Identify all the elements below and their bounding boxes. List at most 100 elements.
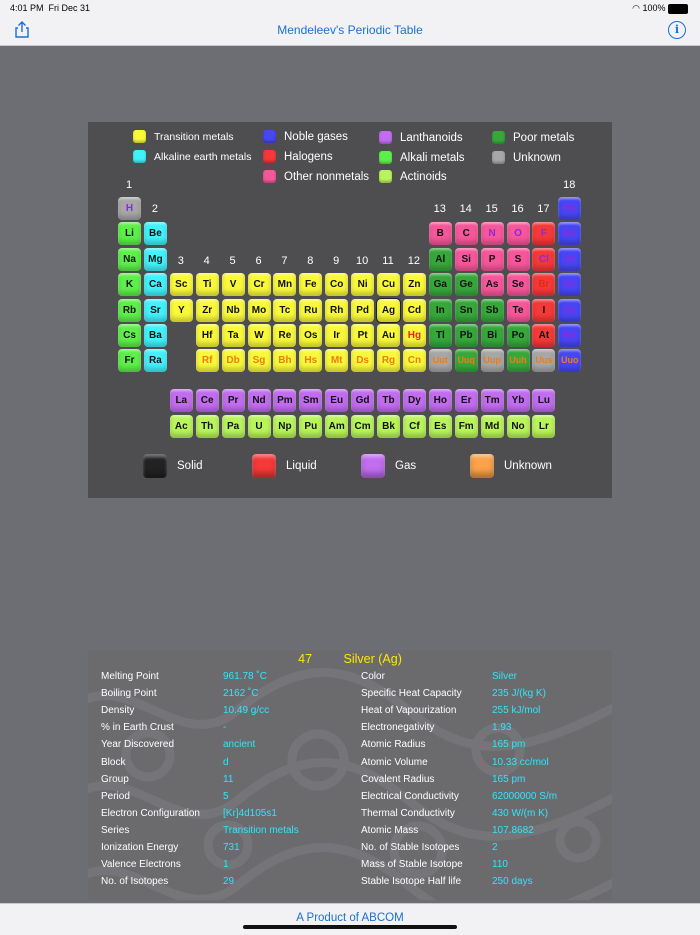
element-ac[interactable]: Ac xyxy=(169,415,193,438)
info-icon[interactable]: i xyxy=(668,21,686,39)
element-uup[interactable]: Uup xyxy=(480,349,504,373)
element-uuq[interactable]: Uuq xyxy=(454,349,478,373)
element-ag[interactable]: Ag xyxy=(376,297,401,323)
element-nd[interactable]: Nd xyxy=(247,389,271,412)
element-hs[interactable]: Hs xyxy=(299,349,323,373)
element-xe[interactable]: Xe xyxy=(558,298,582,322)
element-mg[interactable]: Mg xyxy=(143,247,167,271)
element-ti[interactable]: Ti xyxy=(195,273,219,297)
element-fe[interactable]: Fe xyxy=(299,273,323,297)
element-cr[interactable]: Cr xyxy=(247,273,271,297)
element-pb[interactable]: Pb xyxy=(454,324,478,347)
element-gd[interactable]: Gd xyxy=(351,389,375,412)
element-mn[interactable]: Mn xyxy=(273,273,297,297)
element-i[interactable]: I xyxy=(532,298,556,322)
element-md[interactable]: Md xyxy=(480,415,504,438)
element-kr[interactable]: Kr xyxy=(558,273,582,297)
element-no[interactable]: No xyxy=(506,415,530,438)
element-po[interactable]: Po xyxy=(506,324,530,347)
element-lu[interactable]: Lu xyxy=(532,389,556,412)
element-rf[interactable]: Rf xyxy=(195,349,219,373)
element-ne[interactable]: Ne xyxy=(558,222,582,246)
element-uuh[interactable]: Uuh xyxy=(506,349,530,373)
element-zr[interactable]: Zr xyxy=(195,298,219,322)
element-sb[interactable]: Sb xyxy=(480,298,504,322)
element-mo[interactable]: Mo xyxy=(247,298,271,322)
element-bh[interactable]: Bh xyxy=(273,349,297,373)
element-s[interactable]: S xyxy=(506,247,530,271)
element-f[interactable]: F xyxy=(532,222,556,246)
element-ba[interactable]: Ba xyxy=(143,324,167,347)
element-rb[interactable]: Rb xyxy=(118,298,141,322)
element-ga[interactable]: Ga xyxy=(428,273,452,297)
element-la[interactable]: La xyxy=(169,389,193,412)
element-er[interactable]: Er xyxy=(454,389,478,412)
element-hf[interactable]: Hf xyxy=(195,324,219,347)
element-pu[interactable]: Pu xyxy=(299,415,323,438)
element-n[interactable]: N xyxy=(480,222,504,246)
element-au[interactable]: Au xyxy=(377,324,400,347)
element-h[interactable]: H xyxy=(118,197,141,220)
element-cu[interactable]: Cu xyxy=(377,273,400,297)
element-nb[interactable]: Nb xyxy=(221,298,245,322)
element-uus[interactable]: Uus xyxy=(532,349,556,373)
element-dy[interactable]: Dy xyxy=(402,389,426,412)
element-p[interactable]: P xyxy=(480,247,504,271)
element-o[interactable]: O xyxy=(506,222,530,246)
element-cf[interactable]: Cf xyxy=(402,415,426,438)
element-re[interactable]: Re xyxy=(273,324,297,347)
element-th[interactable]: Th xyxy=(195,415,219,438)
element-ar[interactable]: Ar xyxy=(558,247,582,271)
element-in[interactable]: In xyxy=(428,298,452,322)
element-sn[interactable]: Sn xyxy=(454,298,478,322)
element-ra[interactable]: Ra xyxy=(143,349,167,373)
element-hg[interactable]: Hg xyxy=(402,324,426,347)
element-tm[interactable]: Tm xyxy=(480,389,504,412)
element-b[interactable]: B xyxy=(428,222,452,246)
element-sr[interactable]: Sr xyxy=(143,298,167,322)
element-cn[interactable]: Cn xyxy=(402,349,426,373)
element-co[interactable]: Co xyxy=(325,273,349,297)
element-mt[interactable]: Mt xyxy=(325,349,349,373)
element-w[interactable]: W xyxy=(247,324,271,347)
element-at[interactable]: At xyxy=(532,324,556,347)
element-se[interactable]: Se xyxy=(506,273,530,297)
element-cm[interactable]: Cm xyxy=(351,415,375,438)
footer-link[interactable]: A Product of ABCOM xyxy=(0,912,700,924)
element-ta[interactable]: Ta xyxy=(221,324,245,347)
element-ru[interactable]: Ru xyxy=(299,298,323,322)
element-ni[interactable]: Ni xyxy=(351,273,375,297)
element-zn[interactable]: Zn xyxy=(402,273,426,297)
element-v[interactable]: V xyxy=(221,273,245,297)
element-pd[interactable]: Pd xyxy=(351,298,375,322)
element-am[interactable]: Am xyxy=(325,415,349,438)
element-be[interactable]: Be xyxy=(143,222,167,246)
element-cd[interactable]: Cd xyxy=(402,298,426,322)
element-he[interactable]: He xyxy=(558,197,582,220)
element-os[interactable]: Os xyxy=(299,324,323,347)
element-pm[interactable]: Pm xyxy=(273,389,297,412)
element-bk[interactable]: Bk xyxy=(377,415,400,438)
element-u[interactable]: U xyxy=(247,415,271,438)
element-na[interactable]: Na xyxy=(118,247,141,271)
element-rn[interactable]: Rn xyxy=(558,324,582,347)
element-cs[interactable]: Cs xyxy=(118,324,141,347)
element-tb[interactable]: Tb xyxy=(377,389,400,412)
element-as[interactable]: As xyxy=(480,273,504,297)
element-c[interactable]: C xyxy=(454,222,478,246)
element-te[interactable]: Te xyxy=(506,298,530,322)
element-br[interactable]: Br xyxy=(532,273,556,297)
element-uut[interactable]: Uut xyxy=(428,349,452,373)
element-lr[interactable]: Lr xyxy=(532,415,556,438)
element-cl[interactable]: Cl xyxy=(532,247,556,271)
element-pr[interactable]: Pr xyxy=(221,389,245,412)
element-eu[interactable]: Eu xyxy=(325,389,349,412)
element-uuo[interactable]: Uuo xyxy=(558,349,582,373)
element-sm[interactable]: Sm xyxy=(299,389,323,412)
element-ds[interactable]: Ds xyxy=(351,349,375,373)
element-pa[interactable]: Pa xyxy=(221,415,245,438)
element-si[interactable]: Si xyxy=(454,247,478,271)
element-tl[interactable]: Tl xyxy=(428,324,452,347)
element-db[interactable]: Db xyxy=(221,349,245,373)
element-ce[interactable]: Ce xyxy=(195,389,219,412)
